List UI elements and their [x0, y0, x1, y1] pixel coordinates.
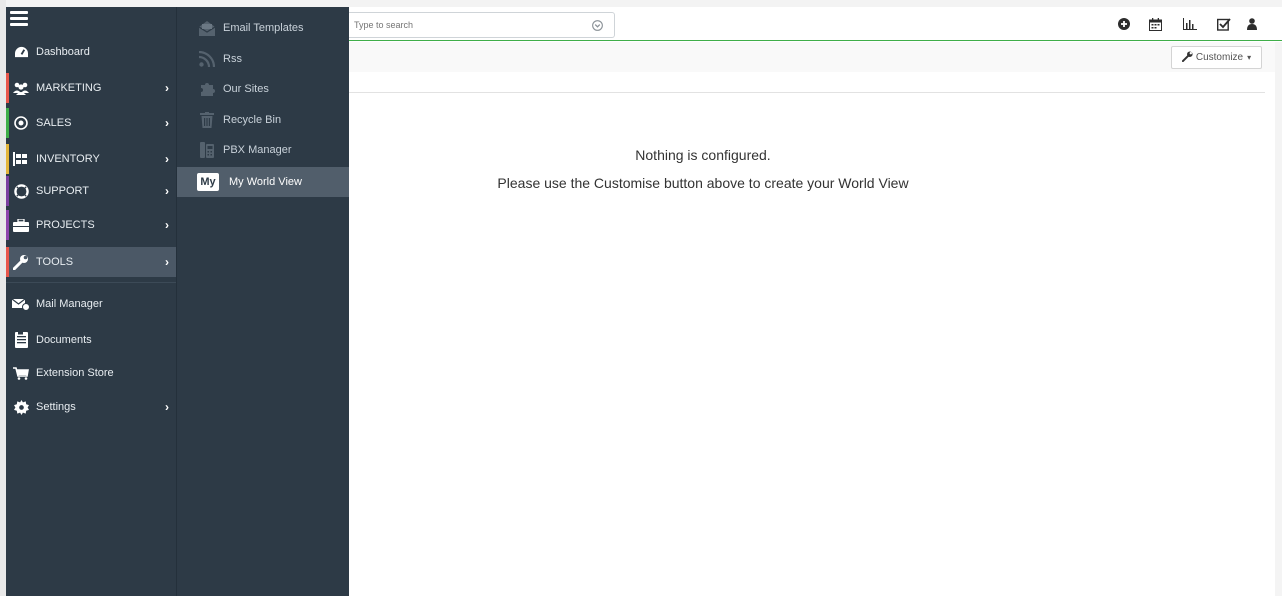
- sidebar-item-label: PROJECTS: [36, 219, 95, 231]
- empty-state-title: Nothing is configured.: [635, 147, 771, 163]
- submenu-item-recycle-bin[interactable]: Recycle Bin: [177, 105, 349, 135]
- submenu-item-label: Email Templates: [223, 22, 304, 34]
- submenu-item-label: PBX Manager: [223, 144, 292, 156]
- sidebar-item-label: TOOLS: [36, 256, 74, 268]
- rss-icon: [197, 50, 217, 68]
- mail-icon: [11, 296, 31, 312]
- global-search: [349, 12, 615, 38]
- sidebar-divider: [6, 282, 176, 283]
- sidebar-item-inventory[interactable]: INVENTORY ›: [6, 144, 176, 174]
- submenu-item-rss[interactable]: Rss: [177, 44, 349, 74]
- sidebar-item-sales[interactable]: SALES ›: [6, 108, 176, 138]
- trash-icon: [197, 111, 217, 129]
- chevron-right-icon: ›: [165, 152, 169, 166]
- chevron-right-icon: ›: [165, 255, 169, 269]
- gear-icon: [11, 399, 31, 415]
- submenu-item-label: Recycle Bin: [223, 114, 282, 126]
- top-strip: [0, 0, 1282, 7]
- lifebuoy-icon: [11, 183, 31, 199]
- caret-down-icon: ▾: [1247, 53, 1252, 62]
- customize-label: Customize: [1195, 52, 1244, 63]
- submenu-item-label: Our Sites: [223, 83, 269, 95]
- wrench-icon: [1181, 50, 1193, 65]
- dashboard-toolbar: [349, 42, 1282, 72]
- user-icon[interactable]: [1243, 15, 1261, 33]
- submenu-item-pbx-manager[interactable]: PBX Manager: [177, 135, 349, 165]
- puzzle-icon: [197, 80, 217, 98]
- content-divider: [349, 92, 1265, 93]
- sidebar-item-support[interactable]: SUPPORT ›: [6, 176, 176, 206]
- sidebar-item-mail-manager[interactable]: Mail Manager: [6, 289, 176, 319]
- bar-chart-icon[interactable]: [1181, 15, 1199, 33]
- sidebar-item-documents[interactable]: Documents: [6, 325, 176, 355]
- submenu-item-label: Rss: [223, 53, 242, 65]
- chevron-right-icon: ›: [165, 218, 169, 232]
- search-input[interactable]: [349, 20, 589, 30]
- scrollbar[interactable]: [1275, 42, 1282, 596]
- sidebar-item-label: SALES: [36, 117, 72, 129]
- pbx-icon: [197, 141, 217, 159]
- inventory-icon: [11, 151, 31, 167]
- chevron-right-icon: ›: [165, 184, 169, 198]
- sidebar: Dashboard MARKETING › SALES › INVENTORY …: [6, 7, 176, 596]
- email-template-icon: [197, 19, 217, 37]
- sidebar-item-label: Documents: [36, 334, 92, 346]
- search-dropdown-icon[interactable]: [589, 17, 605, 33]
- sidebar-item-label: INVENTORY: [36, 153, 100, 165]
- my-badge-icon: My: [197, 173, 219, 191]
- sidebar-item-label: Mail Manager: [36, 298, 103, 310]
- cart-icon: [11, 365, 31, 381]
- hamburger-menu-icon[interactable]: [10, 11, 28, 27]
- chevron-right-icon: ›: [165, 116, 169, 130]
- sidebar-item-settings[interactable]: Settings ›: [6, 392, 176, 422]
- wrench-icon: [11, 254, 31, 270]
- dashboard-icon: [11, 44, 31, 60]
- sidebar-item-tools[interactable]: TOOLS ›: [6, 247, 176, 277]
- sidebar-item-dashboard[interactable]: Dashboard: [6, 37, 176, 67]
- sidebar-item-extension-store[interactable]: Extension Store: [6, 358, 176, 388]
- header-divider: [349, 40, 1282, 41]
- briefcase-icon: [11, 217, 31, 233]
- submenu-item-my-world-view[interactable]: My My World View: [177, 167, 349, 197]
- tools-submenu: Email Templates Rss Our Sites Recycle Bi…: [176, 7, 349, 596]
- sidebar-item-label: MARKETING: [36, 82, 102, 94]
- add-circle-icon[interactable]: [1115, 15, 1133, 33]
- chevron-right-icon: ›: [165, 81, 169, 95]
- chevron-right-icon: ›: [165, 400, 169, 414]
- sidebar-item-projects[interactable]: PROJECTS ›: [6, 210, 176, 240]
- sidebar-item-label: Dashboard: [36, 46, 90, 58]
- submenu-item-our-sites[interactable]: Our Sites: [177, 74, 349, 104]
- task-checkbox-icon[interactable]: [1215, 15, 1233, 33]
- target-icon: [11, 115, 31, 131]
- sidebar-item-label: SUPPORT: [36, 185, 89, 197]
- sidebar-item-label: Extension Store: [36, 367, 114, 379]
- empty-state-message: Please use the Customise button above to…: [497, 175, 909, 191]
- calendar-icon[interactable]: [1146, 15, 1164, 33]
- sidebar-item-label: Settings: [36, 401, 76, 413]
- users-icon: [11, 80, 31, 96]
- sidebar-item-marketing[interactable]: MARKETING ›: [6, 73, 176, 103]
- customize-button[interactable]: Customize ▾: [1171, 46, 1262, 69]
- submenu-item-label: My World View: [229, 176, 302, 188]
- document-icon: [11, 332, 31, 348]
- submenu-item-email-templates[interactable]: Email Templates: [177, 13, 349, 43]
